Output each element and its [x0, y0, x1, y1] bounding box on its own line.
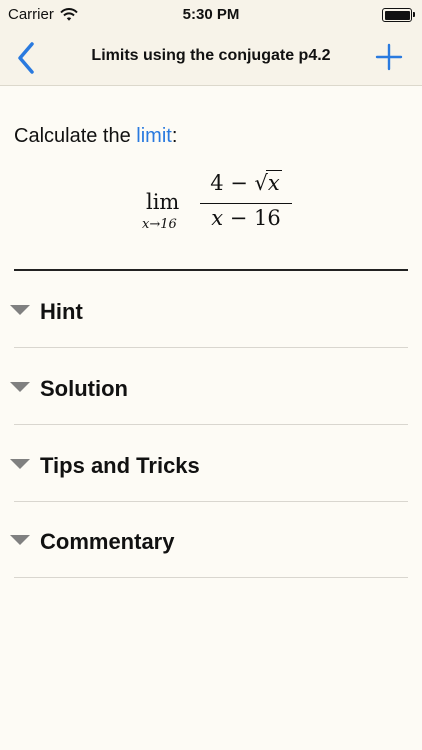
navigation-bar: Limits using the conjugate p4.2 — [0, 30, 422, 86]
section-solution[interactable]: Solution — [10, 348, 408, 425]
fraction-denominator: x − 16 — [198, 206, 294, 230]
section-tips-and-tricks[interactable]: Tips and Tricks — [10, 425, 408, 502]
fraction-numerator: 4 − √x — [198, 170, 294, 195]
numerator-constant: 4 − — [210, 171, 255, 195]
disclosure-triangle-icon — [10, 535, 30, 545]
status-time: 5:30 PM — [182, 6, 240, 23]
disclosure-triangle-icon — [10, 459, 30, 469]
fraction-bar — [200, 203, 292, 205]
section-label: Solution — [40, 376, 128, 401]
denominator-variable: x — [211, 206, 224, 230]
section-label: Tips and Tricks — [40, 453, 200, 478]
add-button[interactable] — [374, 42, 404, 72]
page-title: Limits using the conjugate p4.2 — [91, 47, 331, 64]
denominator-rest: − 16 — [223, 206, 281, 230]
limit-formula: lim x→16 4 − √x x − 16 — [14, 170, 408, 240]
section-label: Commentary — [40, 529, 175, 554]
section-commentary[interactable]: Commentary — [10, 501, 408, 578]
disclosure-triangle-icon — [10, 382, 30, 392]
disclosure-triangle-icon — [10, 305, 30, 315]
lim-operator: lim — [146, 190, 180, 214]
section-hint[interactable]: Hint — [10, 271, 408, 348]
prompt-text: Calculate the — [14, 125, 137, 147]
status-bar: Carrier 5:30 PM — [0, 0, 422, 30]
section-label: Hint — [40, 299, 83, 324]
limit-link[interactable]: limit — [136, 125, 172, 147]
problem-prompt: Calculate the limit: — [14, 125, 177, 148]
battery-icon — [382, 8, 415, 22]
back-button[interactable] — [14, 40, 38, 76]
sqrt-radicand: x — [265, 170, 282, 195]
prompt-colon: : — [171, 125, 178, 147]
top-bar: Carrier 5:30 PM Limits using the conjuga… — [0, 0, 422, 86]
lim-subscript: x→16 — [142, 217, 177, 232]
